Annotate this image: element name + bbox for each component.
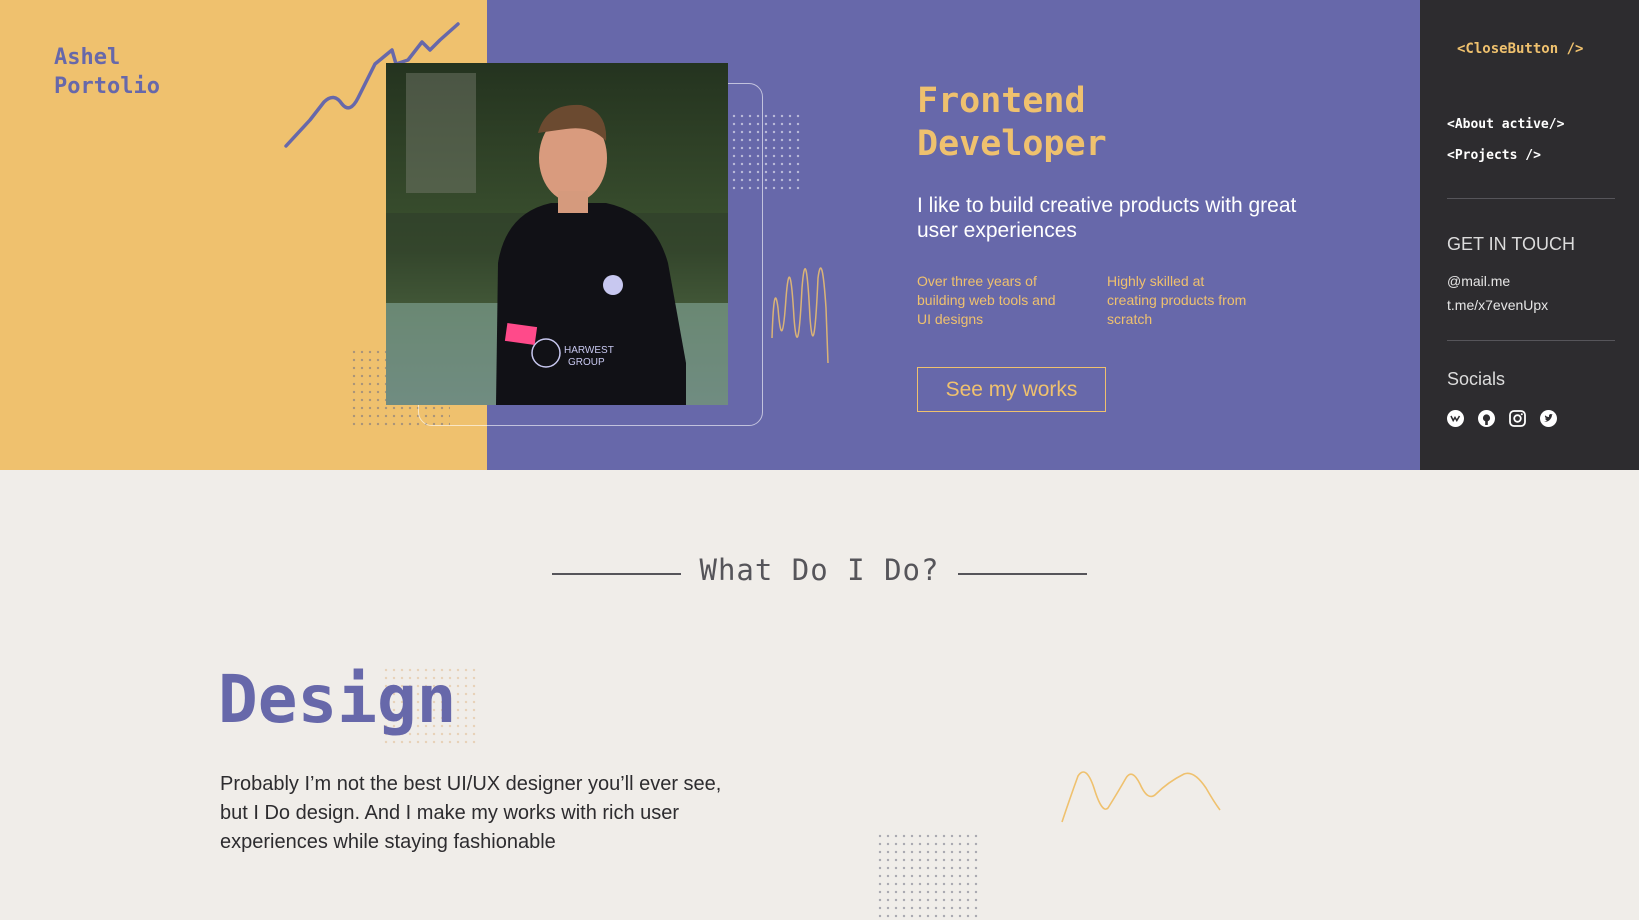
nav-item-about[interactable]: <About active/>: [1447, 117, 1564, 132]
brand-line-2: Portolio: [54, 74, 160, 99]
sidebar-divider-2: [1447, 340, 1615, 341]
sidebar-divider-1: [1447, 198, 1615, 199]
instagram-icon[interactable]: [1509, 410, 1526, 427]
zigzag-decoration-yellow: [1061, 771, 1221, 823]
fact-skills: Highly skilled at creating products from…: [1107, 273, 1247, 327]
design-title: Design: [218, 661, 457, 738]
dots-pattern-bottom: [876, 832, 978, 920]
brand-logo[interactable]: Ashel Portolio: [54, 43, 160, 101]
profile-photo: HARWEST GROUP: [386, 63, 728, 405]
telegram-link[interactable]: t.me/x7evenUpx: [1447, 297, 1548, 313]
brand-line-1: Ashel: [54, 45, 121, 70]
email-link[interactable]: @mail.me: [1447, 273, 1510, 289]
profile-photo-illustration: HARWEST GROUP: [386, 63, 728, 405]
socials-heading: Socials: [1447, 369, 1506, 389]
hero-title-line-1: Frontend: [917, 81, 1086, 121]
fact-experience: Over three years of building web tools a…: [917, 273, 1056, 327]
hero-section: Ashel Portolio HARWEST GROUP Frontend De…: [0, 0, 1639, 470]
heading-line-right: [958, 573, 1087, 575]
section-heading: What Do I Do?: [699, 553, 940, 587]
contact-heading: GET IN TOUCH: [1447, 234, 1576, 254]
close-button[interactable]: <CloseButton />: [1457, 41, 1583, 57]
shirt-text-2: GROUP: [568, 357, 605, 368]
hero-title: Frontend Developer: [917, 80, 1107, 166]
design-description: Probably I’m not the best UI/UX designer…: [220, 773, 722, 853]
hero-title-line-2: Developer: [917, 124, 1107, 164]
github-icon[interactable]: [1478, 410, 1495, 427]
twitter-icon[interactable]: [1540, 410, 1557, 427]
see-my-works-button[interactable]: See my works: [917, 367, 1106, 412]
shirt-text-1: HARWEST: [564, 345, 614, 356]
nav-item-projects[interactable]: <Projects />: [1447, 148, 1541, 163]
hero-subtitle: I like to build creative products with g…: [917, 194, 1297, 242]
wave-decoration: [771, 267, 829, 364]
vk-icon[interactable]: [1447, 410, 1464, 427]
